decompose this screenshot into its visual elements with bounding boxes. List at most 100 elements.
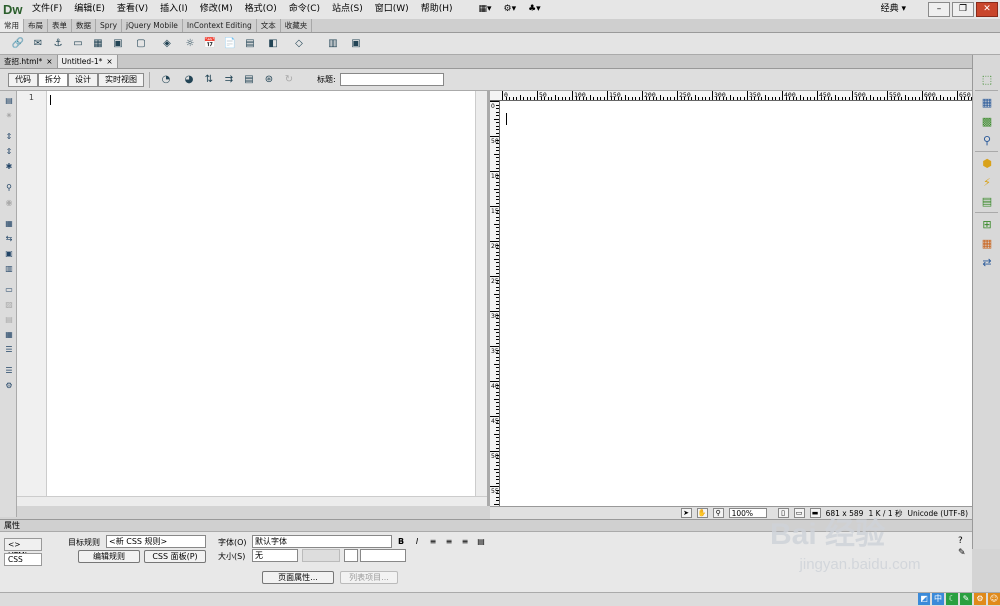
collapse-tag-icon[interactable]: ⇕ (3, 131, 15, 142)
view-split-button[interactable]: 拆分 (38, 72, 68, 87)
image-icon[interactable]: ▢ (130, 36, 152, 52)
div-icon[interactable]: ▣ (110, 36, 126, 52)
templates-icon[interactable]: ▥ (322, 36, 344, 52)
view-live-button[interactable]: 实时视图 (98, 72, 144, 87)
tab-text[interactable]: 文本 (257, 19, 281, 32)
comment-icon[interactable]: ▤ (242, 36, 258, 52)
css-tab[interactable]: CSS (4, 553, 42, 566)
doc-tab-chazhao[interactable]: 查招.html* × (0, 55, 58, 68)
workspace-switcher[interactable]: 经典 ▾ (875, 0, 912, 19)
tab-layout[interactable]: 布局 (24, 19, 48, 32)
hand-tool-icon[interactable]: ✋ (696, 508, 708, 518)
files-icon[interactable]: ⊞ (979, 216, 995, 232)
collapse-selection-icon[interactable]: ⇕ (3, 146, 15, 157)
mobile-size-icon[interactable]: ▯ (777, 508, 789, 518)
css-styles-icon[interactable]: ▦ (979, 94, 995, 110)
multiscreen-icon[interactable]: ◔ (155, 72, 177, 88)
page-properties-button[interactable]: 页面属性... (262, 571, 334, 584)
tag-chooser-icon[interactable]: ▣ (348, 36, 364, 52)
behaviors-icon[interactable]: ⚡ (979, 174, 995, 190)
view-design-button[interactable]: 设计 (68, 72, 98, 87)
menu-modify[interactable]: 修改(M) (194, 0, 239, 19)
snippets-icon[interactable]: ⇄ (979, 254, 995, 270)
line-numbers-icon[interactable]: ▦ (3, 218, 15, 229)
ap-elements-icon[interactable]: ▩ (979, 113, 995, 129)
menu-help[interactable]: 帮助(H) (415, 0, 459, 19)
preview-browser-icon[interactable]: ◕ (181, 72, 197, 88)
desktop-size-icon[interactable]: ▬ (809, 508, 821, 518)
tray-gear-icon[interactable]: ⚙ (974, 593, 986, 605)
check-browser-icon[interactable]: ▤ (241, 72, 257, 88)
design-view[interactable]: 0 50 100 150 200 250 300 350 400 450 500 550 600 650 … (490, 91, 972, 506)
tab-common[interactable]: 常用 (0, 19, 24, 32)
remove-comment-icon[interactable]: ▨ (3, 299, 15, 310)
tab-spry[interactable]: Spry (96, 19, 123, 32)
horizontal-rule-icon[interactable]: ▭ (70, 36, 86, 52)
open-documents-icon[interactable]: ▤ (3, 95, 15, 106)
tray-moon-icon[interactable]: ☾ (946, 593, 958, 605)
assets-icon[interactable]: ▦ (979, 235, 995, 251)
view-code-button[interactable]: 代码 (8, 72, 38, 87)
outdent-code-icon[interactable]: ⚙ (3, 380, 15, 391)
balance-braces-icon[interactable]: ◉ (3, 197, 15, 208)
email-link-icon[interactable]: ✉ (30, 36, 46, 52)
menu-file[interactable]: 文件(F) (26, 0, 68, 19)
media-icon[interactable]: ◈ (156, 36, 178, 52)
wrap-tag-icon[interactable]: ▤ (3, 314, 15, 325)
code-view[interactable]: 1 (17, 91, 487, 506)
edit-rule-button[interactable]: 编辑规则 (78, 550, 140, 563)
server-include-icon[interactable]: 📄 (222, 36, 238, 52)
doc-tab-untitled[interactable]: Untitled-1* × (57, 55, 118, 68)
menu-format[interactable]: 格式(O) (239, 0, 283, 19)
align-center-icon[interactable]: ≡ (444, 536, 454, 547)
close-icon[interactable]: × (46, 55, 52, 68)
apply-comment-icon[interactable]: ▭ (3, 284, 15, 295)
italic-button[interactable]: I (412, 536, 422, 547)
tray-smile-icon[interactable]: ☺ (988, 593, 1000, 605)
minimize-button[interactable]: – (928, 2, 950, 17)
align-right-icon[interactable]: ≡ (460, 536, 470, 547)
recent-snippets-icon[interactable]: ▦ (3, 329, 15, 340)
menu-insert[interactable]: 插入(I) (154, 0, 194, 19)
code-horizontal-scrollbar[interactable] (17, 496, 487, 506)
html-tab[interactable]: <> HTML (4, 538, 42, 560)
hyperlink-icon[interactable]: 🔗 (10, 36, 26, 52)
tab-data[interactable]: 数据 (72, 19, 96, 32)
restore-button[interactable]: ❐ (952, 2, 974, 17)
tab-favorites[interactable]: 收藏夹 (281, 19, 313, 32)
tray-pen-icon[interactable]: ✎ (960, 593, 972, 605)
w3c-validation-icon[interactable]: ⇉ (221, 72, 237, 88)
widget-icon[interactable]: ☼ (182, 36, 198, 52)
code-vertical-scrollbar[interactable] (475, 91, 487, 496)
indent-code-icon[interactable]: ☰ (3, 365, 15, 376)
font-select[interactable]: 默认字体 (252, 535, 392, 548)
syntax-coloring-icon[interactable]: ▣ (3, 248, 15, 259)
quick-tag-editor-icon[interactable]: ✎ (958, 548, 966, 558)
file-management-icon[interactable]: ⇅ (201, 72, 217, 88)
size-select[interactable]: 无 (252, 549, 298, 562)
align-left-icon[interactable]: ≡ (428, 536, 438, 547)
bold-button[interactable]: B (396, 536, 406, 547)
color-swatch[interactable] (344, 549, 358, 562)
refresh-icon[interactable]: ↻ (281, 72, 297, 88)
color-input[interactable] (360, 549, 406, 562)
tablet-size-icon[interactable]: ▭ (793, 508, 805, 518)
close-icon[interactable]: × (106, 55, 112, 68)
zoom-select[interactable]: 100% (728, 508, 767, 518)
tab-incontext-editing[interactable]: InContext Editing (183, 19, 257, 32)
target-rule-select[interactable]: <新 CSS 规则> (106, 535, 206, 548)
help-icon[interactable]: ? (958, 536, 963, 546)
extend-icon[interactable]: ⚙▾ (498, 0, 523, 19)
show-code-navigator-icon[interactable]: ✷ (3, 110, 15, 121)
menu-view[interactable]: 查看(V) (111, 0, 154, 19)
move-css-icon[interactable]: ☰ (3, 344, 15, 355)
css-panel-button[interactable]: CSS 面板(P) (144, 550, 206, 563)
highlight-invalid-icon[interactable]: ⇆ (3, 233, 15, 244)
databases-icon[interactable]: ⬢ (979, 155, 995, 171)
script-icon[interactable]: ◇ (288, 36, 310, 52)
close-button[interactable]: ✕ (976, 2, 998, 17)
server-behaviors-icon[interactable]: ▤ (979, 193, 995, 209)
site-icon[interactable]: ♣▾ (522, 0, 547, 19)
visual-aids-icon[interactable]: ⊛ (261, 72, 277, 88)
layout-icon[interactable]: ▦▾ (472, 0, 497, 19)
